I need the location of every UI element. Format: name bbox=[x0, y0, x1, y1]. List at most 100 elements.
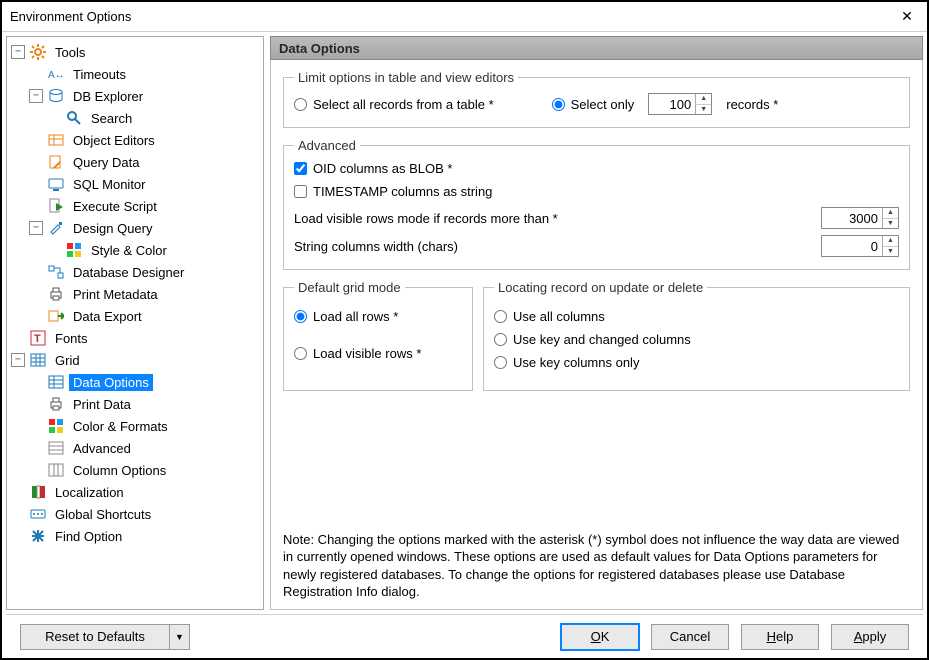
use-key-only-radio[interactable]: Use key columns only bbox=[494, 355, 639, 370]
spin-up-icon[interactable]: ▲ bbox=[883, 208, 898, 219]
select-only-radio[interactable]: Select only bbox=[552, 97, 635, 112]
tree-item-data-options[interactable]: Data Options bbox=[27, 371, 263, 393]
palette-icon bbox=[65, 241, 83, 259]
use-all-columns-radio[interactable]: Use all columns bbox=[494, 309, 605, 324]
tree-item-print-data[interactable]: Print Data bbox=[27, 393, 263, 415]
locating-record-legend: Locating record on update or delete bbox=[494, 280, 707, 295]
dialog-body: − Tools A↔BTimeouts −DB Explorer Search bbox=[2, 32, 927, 658]
advanced-legend: Advanced bbox=[294, 138, 360, 153]
close-icon: ✕ bbox=[901, 8, 913, 25]
panel-title: Data Options bbox=[270, 36, 923, 60]
search-icon bbox=[65, 109, 83, 127]
tree-item-execute-script[interactable]: Execute Script bbox=[27, 195, 263, 217]
footnote-text: Note: Changing the options marked with t… bbox=[283, 523, 910, 601]
globe-icon bbox=[29, 483, 47, 501]
tree-item-fonts[interactable]: TFonts bbox=[9, 327, 263, 349]
split-pane: − Tools A↔BTimeouts −DB Explorer Search bbox=[6, 36, 923, 610]
printer-icon bbox=[47, 395, 65, 413]
help-button[interactable]: Help bbox=[741, 624, 819, 650]
script-icon bbox=[47, 197, 65, 215]
palette-icon bbox=[47, 417, 65, 435]
use-key-changed-radio[interactable]: Use key and changed columns bbox=[494, 332, 691, 347]
tree-item-localization[interactable]: Localization bbox=[9, 481, 263, 503]
spin-up-icon[interactable]: ▲ bbox=[696, 94, 711, 105]
svg-text:A↔B: A↔B bbox=[48, 70, 64, 81]
cancel-button[interactable]: Cancel bbox=[651, 624, 729, 650]
window-title: Environment Options bbox=[10, 9, 893, 24]
load-visible-threshold-input[interactable] bbox=[822, 208, 882, 228]
string-width-spinner[interactable]: ▲▼ bbox=[821, 235, 899, 257]
design-icon bbox=[47, 219, 65, 237]
title-bar: Environment Options ✕ bbox=[2, 2, 927, 32]
panel-body: Limit options in table and view editors … bbox=[270, 60, 923, 610]
tree-item-sql-monitor[interactable]: SQL Monitor bbox=[27, 173, 263, 195]
grid-icon bbox=[29, 351, 47, 369]
timeouts-icon: A↔B bbox=[47, 65, 65, 83]
select-only-count-input[interactable] bbox=[649, 94, 695, 114]
tree-item-global-shortcuts[interactable]: Global Shortcuts bbox=[9, 503, 263, 525]
locating-record-group: Locating record on update or delete Use … bbox=[483, 280, 910, 391]
spin-up-icon[interactable]: ▲ bbox=[883, 236, 898, 247]
tree-item-advanced[interactable]: Advanced bbox=[27, 437, 263, 459]
navigation-tree[interactable]: − Tools A↔BTimeouts −DB Explorer Search bbox=[6, 36, 264, 610]
timestamp-string-checkbox[interactable]: TIMESTAMP columns as string bbox=[294, 184, 492, 199]
tree-item-column-options[interactable]: Column Options bbox=[27, 459, 263, 481]
select-only-count-spinner[interactable]: ▲▼ bbox=[648, 93, 712, 115]
printer-icon bbox=[47, 285, 65, 303]
default-grid-mode-legend: Default grid mode bbox=[294, 280, 405, 295]
tree-item-find-option[interactable]: Find Option bbox=[9, 525, 263, 547]
tree-item-object-editors[interactable]: Object Editors bbox=[27, 129, 263, 151]
apply-button[interactable]: Apply bbox=[831, 624, 909, 650]
load-visible-threshold-label: Load visible rows mode if records more t… bbox=[294, 211, 558, 226]
editor-icon bbox=[47, 131, 65, 149]
limit-options-group: Limit options in table and view editors … bbox=[283, 70, 910, 128]
select-all-radio[interactable]: Select all records from a table * bbox=[294, 97, 494, 112]
monitor-icon bbox=[47, 175, 65, 193]
grid-icon bbox=[47, 373, 65, 391]
tree-item-print-metadata[interactable]: Print Metadata bbox=[27, 283, 263, 305]
tree-item-grid[interactable]: −Grid bbox=[9, 349, 263, 371]
advanced-group: Advanced OID columns as BLOB * TIMESTAMP… bbox=[283, 138, 910, 270]
tree-item-style-color[interactable]: Style & Color bbox=[45, 239, 263, 261]
collapse-icon[interactable]: − bbox=[29, 221, 43, 235]
options-panel: Data Options Limit options in table and … bbox=[270, 36, 923, 610]
keyboard-icon bbox=[29, 505, 47, 523]
columns-icon bbox=[47, 461, 65, 479]
tree-item-database-designer[interactable]: Database Designer bbox=[27, 261, 263, 283]
svg-text:T: T bbox=[34, 333, 41, 345]
tree-item-design-query[interactable]: −Design Query bbox=[27, 217, 263, 239]
tree-item-query-data[interactable]: Query Data bbox=[27, 151, 263, 173]
find-icon bbox=[29, 527, 47, 545]
designer-icon bbox=[47, 263, 65, 281]
spin-down-icon[interactable]: ▼ bbox=[696, 105, 711, 115]
collapse-icon[interactable]: − bbox=[11, 353, 25, 367]
string-width-input[interactable] bbox=[822, 236, 882, 256]
reset-defaults-button[interactable]: Reset to Defaults bbox=[20, 624, 170, 650]
environment-options-dialog: Environment Options ✕ − Tools bbox=[0, 0, 929, 660]
load-all-rows-radio[interactable]: Load all rows * bbox=[294, 309, 398, 324]
tree-item-data-export[interactable]: Data Export bbox=[27, 305, 263, 327]
reset-defaults-dropdown[interactable]: ▼ bbox=[170, 624, 190, 650]
close-button[interactable]: ✕ bbox=[893, 6, 921, 28]
ok-button[interactable]: OK bbox=[561, 624, 639, 650]
export-icon bbox=[47, 307, 65, 325]
limit-options-legend: Limit options in table and view editors bbox=[294, 70, 518, 85]
collapse-icon[interactable]: − bbox=[29, 89, 43, 103]
oid-blob-checkbox[interactable]: OID columns as BLOB * bbox=[294, 161, 452, 176]
spin-down-icon[interactable]: ▼ bbox=[883, 247, 898, 257]
collapse-icon[interactable]: − bbox=[11, 45, 25, 59]
tree-item-search[interactable]: Search bbox=[45, 107, 263, 129]
grid-icon bbox=[47, 439, 65, 457]
records-suffix-label: records * bbox=[726, 97, 778, 112]
load-visible-threshold-spinner[interactable]: ▲▼ bbox=[821, 207, 899, 229]
tree-item-db-explorer[interactable]: −DB Explorer bbox=[27, 85, 263, 107]
load-visible-rows-radio[interactable]: Load visible rows * bbox=[294, 346, 421, 361]
default-grid-mode-group: Default grid mode Load all rows * Load v… bbox=[283, 280, 473, 391]
button-bar: Reset to Defaults ▼ OK Cancel Help Apply bbox=[6, 614, 923, 658]
tree-item-timeouts[interactable]: A↔BTimeouts bbox=[27, 63, 263, 85]
tree-item-color-formats[interactable]: Color & Formats bbox=[27, 415, 263, 437]
tree-item-tools[interactable]: − Tools bbox=[9, 41, 263, 63]
spin-down-icon[interactable]: ▼ bbox=[883, 219, 898, 229]
fonts-icon: T bbox=[29, 329, 47, 347]
query-icon bbox=[47, 153, 65, 171]
